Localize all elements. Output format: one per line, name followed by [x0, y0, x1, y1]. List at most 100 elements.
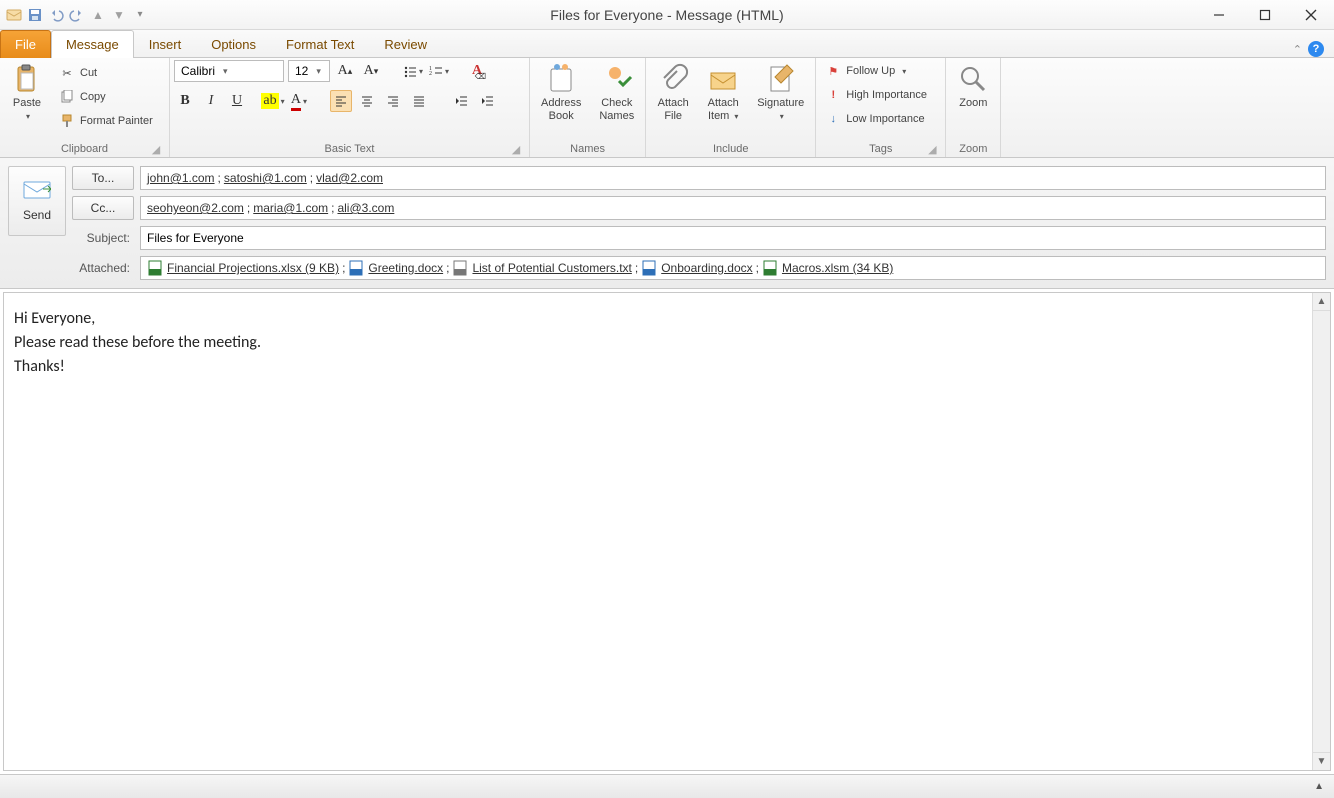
chevron-down-icon	[778, 110, 784, 122]
attachment-item[interactable]: List of Potential Customers.txt	[452, 260, 631, 276]
underline-button[interactable]: U	[226, 90, 248, 112]
scroll-up-icon[interactable]: ▲	[1313, 293, 1330, 311]
tab-insert[interactable]: Insert	[134, 30, 197, 58]
group-label-tags: Tags ◢	[820, 140, 941, 157]
follow-up-button[interactable]: ⚑ Follow Up	[820, 60, 932, 82]
low-importance-button[interactable]: ↓ Low Importance	[820, 108, 932, 130]
numbering-button[interactable]: 12	[428, 60, 450, 82]
file-icon	[348, 260, 364, 276]
format-painter-button[interactable]: Format Painter	[54, 110, 158, 132]
to-button[interactable]: To...	[72, 166, 134, 190]
recipient[interactable]: maria@1.com	[253, 201, 328, 215]
attach-item-button[interactable]: Attach Item	[700, 60, 746, 126]
signature-icon	[765, 63, 797, 95]
title-bar: ▲ ▼ ▾ Files for Everyone - Message (HTML…	[0, 0, 1334, 30]
group-label-names: Names	[534, 140, 641, 157]
high-importance-button[interactable]: ! High Importance	[820, 84, 932, 106]
recipient[interactable]: john@1.com	[147, 171, 215, 185]
attachment-name: Onboarding.docx	[661, 261, 752, 275]
close-button[interactable]	[1288, 0, 1334, 30]
decrease-indent-button[interactable]	[450, 90, 472, 112]
tab-format-text[interactable]: Format Text	[271, 30, 369, 58]
clear-formatting-button[interactable]: A⌫	[466, 60, 488, 82]
low-importance-icon: ↓	[825, 111, 841, 127]
help-icon[interactable]: ?	[1308, 41, 1324, 57]
attachment-item[interactable]: Onboarding.docx	[641, 260, 752, 276]
high-importance-icon: !	[825, 87, 841, 103]
tab-review[interactable]: Review	[369, 30, 442, 58]
italic-button[interactable]: I	[200, 90, 222, 112]
maximize-button[interactable]	[1242, 0, 1288, 30]
check-names-icon	[601, 63, 633, 95]
align-center-button[interactable]	[356, 90, 378, 112]
tab-options[interactable]: Options	[196, 30, 271, 58]
address-book-button[interactable]: Address Book	[534, 60, 588, 126]
send-button[interactable]: Send	[8, 166, 66, 236]
message-body-editor[interactable]: Hi Everyone, Please read these before th…	[4, 293, 1312, 770]
ribbon-tabs: File Message Insert Options Format Text …	[0, 30, 1334, 58]
dialog-launcher-icon[interactable]: ◢	[150, 143, 162, 155]
group-label-include: Include	[650, 140, 811, 157]
minimize-button[interactable]	[1196, 0, 1242, 30]
group-basic-text: Calibri▾ 12▾ A▴ A▾ 12 A⌫ B I U ab A	[170, 58, 530, 157]
bold-button[interactable]: B	[174, 90, 196, 112]
group-tags: ⚑ Follow Up ! High Importance ↓ Low Impo…	[816, 58, 946, 157]
shrink-font-button[interactable]: A▾	[360, 60, 382, 82]
attachment-item[interactable]: Greeting.docx	[348, 260, 443, 276]
paste-button[interactable]: Paste	[4, 60, 50, 126]
scissors-icon: ✂	[59, 65, 75, 81]
vertical-scrollbar[interactable]: ▲ ▼	[1312, 293, 1330, 770]
message-header: Send To... john@1.com; satoshi@1.com; vl…	[0, 158, 1334, 289]
bullets-button[interactable]	[402, 60, 424, 82]
increase-indent-button[interactable]	[476, 90, 498, 112]
cut-button[interactable]: ✂ Cut	[54, 62, 158, 84]
subject-field[interactable]	[140, 226, 1326, 250]
redo-icon[interactable]	[69, 7, 85, 23]
group-names: Address Book Check Names Names	[530, 58, 646, 157]
font-color-button[interactable]: A	[288, 90, 310, 112]
group-include: Attach File Attach Item Signature Includ…	[646, 58, 816, 157]
highlight-button[interactable]: ab	[262, 90, 284, 112]
check-names-button[interactable]: Check Names	[592, 60, 641, 126]
save-icon[interactable]	[27, 7, 43, 23]
recipient[interactable]: seohyeon@2.com	[147, 201, 244, 215]
cc-button[interactable]: Cc...	[72, 196, 134, 220]
collapse-ribbon-icon[interactable]: ⌃	[1293, 43, 1302, 56]
recipient[interactable]: ali@3.com	[337, 201, 394, 215]
quick-access-toolbar: ▲ ▼ ▾	[0, 7, 154, 23]
signature-button[interactable]: Signature	[750, 60, 811, 126]
attachment-item[interactable]: Financial Projections.xlsx (9 KB)	[147, 260, 339, 276]
align-right-button[interactable]	[382, 90, 404, 112]
zoom-button[interactable]: Zoom	[950, 60, 996, 113]
align-justify-button[interactable]	[408, 90, 430, 112]
next-item-icon[interactable]: ▼	[111, 7, 127, 23]
attachments-field[interactable]: Financial Projections.xlsx (9 KB); Greet…	[140, 256, 1326, 280]
dialog-launcher-icon[interactable]: ◢	[510, 143, 522, 155]
group-zoom: Zoom Zoom	[946, 58, 1001, 157]
qat-customize-icon[interactable]: ▾	[132, 7, 148, 23]
font-name-select[interactable]: Calibri▾	[174, 60, 284, 82]
subject-label: Subject:	[72, 231, 134, 245]
undo-icon[interactable]	[48, 7, 64, 23]
dialog-launcher-icon[interactable]: ◢	[926, 143, 938, 155]
recipient[interactable]: satoshi@1.com	[224, 171, 307, 185]
expand-icon[interactable]: ▲	[1314, 781, 1324, 792]
attachment-name: Macros.xlsm (34 KB)	[782, 261, 893, 275]
prev-item-icon[interactable]: ▲	[90, 7, 106, 23]
copy-icon	[59, 89, 75, 105]
message-body-container: Hi Everyone, Please read these before th…	[3, 292, 1331, 771]
tab-message[interactable]: Message	[51, 30, 134, 58]
copy-button[interactable]: Copy	[54, 86, 158, 108]
font-size-select[interactable]: 12▾	[288, 60, 330, 82]
group-label-basic-text: Basic Text ◢	[174, 140, 525, 157]
to-field[interactable]: john@1.com; satoshi@1.com; vlad@2.com	[140, 166, 1326, 190]
align-left-button[interactable]	[330, 90, 352, 112]
attachment-item[interactable]: Macros.xlsm (34 KB)	[762, 260, 893, 276]
grow-font-button[interactable]: A▴	[334, 60, 356, 82]
scroll-down-icon[interactable]: ▼	[1313, 752, 1330, 770]
attach-file-button[interactable]: Attach File	[650, 60, 696, 126]
recipient[interactable]: vlad@2.com	[316, 171, 383, 185]
file-icon	[452, 260, 468, 276]
cc-field[interactable]: seohyeon@2.com; maria@1.com; ali@3.com	[140, 196, 1326, 220]
tab-file[interactable]: File	[0, 30, 51, 58]
